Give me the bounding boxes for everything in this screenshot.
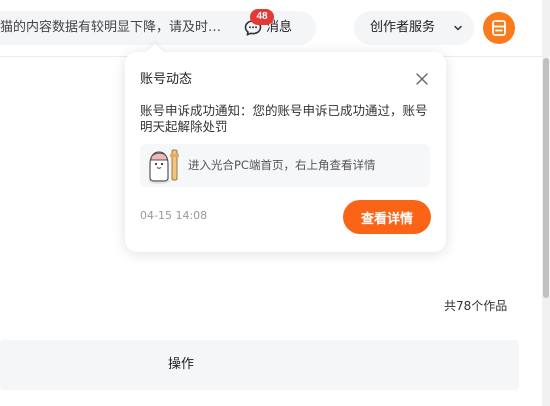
popup-title: 账号动态 [140, 72, 193, 87]
creator-services-menu[interactable]: 创作者服务 [354, 11, 474, 45]
scrollbar-thumb[interactable] [543, 58, 549, 298]
view-details-button[interactable]: 查看详情 [343, 200, 431, 234]
document-stack-icon [492, 20, 506, 36]
popup-timestamp: 04-15 14:08 [140, 209, 208, 222]
mascot-illustration [148, 149, 179, 184]
table-header [0, 340, 519, 390]
works-total-count: 共78个作品 [444, 299, 508, 313]
popup-message: 账号申诉成功通知：您的账号申诉已成功通过，账号明天起解除处罚 [140, 103, 428, 134]
column-header-actions: 操作 [168, 357, 195, 372]
creator-services-label: 创作者服务 [370, 20, 436, 35]
unread-badge: 48 [250, 9, 274, 25]
guide-hint-text: 进入光合PC端首页，右上角查看详情 [188, 158, 376, 172]
notice-text[interactable]: 猫的内容数据有较明显下降，请及时… [0, 18, 236, 38]
avatar[interactable] [483, 12, 515, 44]
account-activity-popup: 账号动态 账号申诉成功通知：您的账号申诉已成功通过，账号明天起解除处罚 进入光合… [125, 52, 446, 252]
chevron-down-icon [454, 25, 462, 31]
guide-hint[interactable]: 进入光合PC端首页，右上角查看详情 [140, 144, 430, 187]
close-icon[interactable] [415, 72, 429, 86]
top-bar: 猫的内容数据有较明显下降，请及时… 消息 48 创作者服务 [0, 0, 542, 57]
